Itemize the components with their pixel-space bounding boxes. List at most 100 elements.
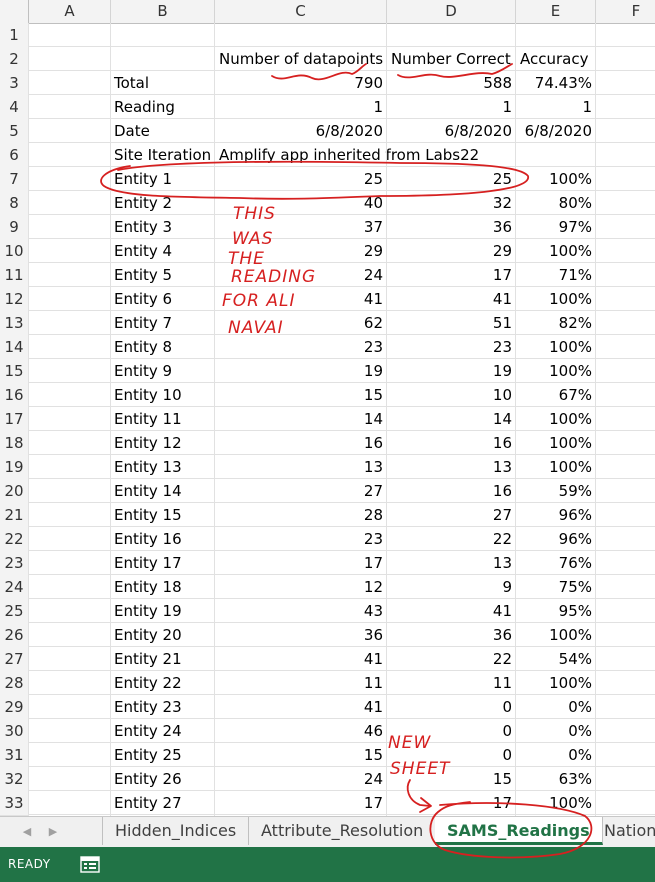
cell-e1[interactable] [516, 23, 592, 47]
cell-c32[interactable]: 24 [215, 767, 383, 791]
row-header[interactable]: 33 [0, 791, 29, 816]
cell-b16[interactable]: Entity 10 [114, 383, 214, 407]
row-header[interactable]: 13 [0, 311, 29, 336]
cell-c10[interactable]: 29 [215, 239, 383, 263]
tab-sams-readings[interactable]: SAMS_Readings [435, 817, 603, 845]
cell-e3[interactable]: 74.43% [516, 71, 592, 95]
cell-d19[interactable]: 13 [387, 455, 512, 479]
column-header-b[interactable]: B [111, 0, 215, 23]
cell-d31[interactable]: 0 [387, 743, 512, 767]
cell-c29[interactable]: 41 [215, 695, 383, 719]
cell-d4[interactable]: 1 [387, 95, 512, 119]
prev-sheet-icon[interactable]: ◀ [18, 823, 36, 841]
row-header[interactable]: 4 [0, 95, 29, 120]
cell-e22[interactable]: 96% [516, 527, 592, 551]
cell-e21[interactable]: 96% [516, 503, 592, 527]
cell-b17[interactable]: Entity 11 [114, 407, 214, 431]
cell-d3[interactable]: 588 [387, 71, 512, 95]
cell-b5[interactable]: Date [114, 119, 214, 143]
cell-e6[interactable] [516, 143, 592, 167]
cell-d9[interactable]: 36 [387, 215, 512, 239]
cell-c16[interactable]: 15 [215, 383, 383, 407]
cell-b20[interactable]: Entity 14 [114, 479, 214, 503]
cell-d27[interactable]: 22 [387, 647, 512, 671]
row-header[interactable]: 7 [0, 167, 29, 192]
cell-c24[interactable]: 12 [215, 575, 383, 599]
cell-c5[interactable]: 6/8/2020 [215, 119, 383, 143]
cell-d26[interactable]: 36 [387, 623, 512, 647]
column-header-d[interactable]: D [387, 0, 516, 23]
row-header[interactable]: 28 [0, 671, 29, 696]
row-header[interactable]: 30 [0, 719, 29, 744]
row-header[interactable]: 17 [0, 407, 29, 432]
cell-e32[interactable]: 63% [516, 767, 592, 791]
row-header[interactable]: 6 [0, 143, 29, 168]
row-header[interactable]: 16 [0, 383, 29, 408]
tab-nation[interactable]: Nation [592, 817, 655, 845]
row-header[interactable]: 18 [0, 431, 29, 456]
row-header[interactable]: 29 [0, 695, 29, 720]
cell-b31[interactable]: Entity 25 [114, 743, 214, 767]
row-header[interactable]: 3 [0, 71, 29, 96]
row-header[interactable]: 24 [0, 575, 29, 600]
cell-b19[interactable]: Entity 13 [114, 455, 214, 479]
cell-d1[interactable] [387, 23, 512, 47]
cell-c28[interactable]: 11 [215, 671, 383, 695]
cell-d21[interactable]: 27 [387, 503, 512, 527]
cell-d14[interactable]: 23 [387, 335, 512, 359]
cell-e14[interactable]: 100% [516, 335, 592, 359]
cell-d18[interactable]: 16 [387, 431, 512, 455]
cell-e27[interactable]: 54% [516, 647, 592, 671]
cell-d20[interactable]: 16 [387, 479, 512, 503]
cell-b22[interactable]: Entity 16 [114, 527, 214, 551]
cell-d23[interactable]: 13 [387, 551, 512, 575]
cell-c13[interactable]: 62 [215, 311, 383, 335]
tab-attribute-resolution[interactable]: Attribute_Resolution [249, 817, 437, 845]
select-all-corner[interactable] [0, 0, 29, 23]
cell-b9[interactable]: Entity 3 [114, 215, 214, 239]
cell-c11[interactable]: 24 [215, 263, 383, 287]
cell-b13[interactable]: Entity 7 [114, 311, 214, 335]
cell-e10[interactable]: 100% [516, 239, 592, 263]
cell-c30[interactable]: 46 [215, 719, 383, 743]
row-header[interactable]: 31 [0, 743, 29, 768]
cell-b26[interactable]: Entity 20 [114, 623, 214, 647]
row-header[interactable]: 22 [0, 527, 29, 552]
row-header[interactable]: 12 [0, 287, 29, 312]
cell-e31[interactable]: 0% [516, 743, 592, 767]
cell-b8[interactable]: Entity 2 [114, 191, 214, 215]
cell-e11[interactable]: 71% [516, 263, 592, 287]
row-header[interactable]: 27 [0, 647, 29, 672]
cell-c20[interactable]: 27 [215, 479, 383, 503]
cell-c27[interactable]: 41 [215, 647, 383, 671]
cell-e13[interactable]: 82% [516, 311, 592, 335]
cell-d2[interactable]: Number Correct [391, 47, 516, 71]
cell-e23[interactable]: 76% [516, 551, 592, 575]
cell-c31[interactable]: 15 [215, 743, 383, 767]
cell-b7[interactable]: Entity 1 [114, 167, 214, 191]
row-header[interactable]: 9 [0, 215, 29, 240]
tab-hidden-indices[interactable]: Hidden_Indices [102, 817, 250, 845]
cell-b25[interactable]: Entity 19 [114, 599, 214, 623]
row-header[interactable]: 26 [0, 623, 29, 648]
cell-b33[interactable]: Entity 27 [114, 791, 214, 815]
cell-e30[interactable]: 0% [516, 719, 592, 743]
cell-c18[interactable]: 16 [215, 431, 383, 455]
cell-c33[interactable]: 17 [215, 791, 383, 815]
cell-d33[interactable]: 17 [387, 791, 512, 815]
cell-b15[interactable]: Entity 9 [114, 359, 214, 383]
cell-e8[interactable]: 80% [516, 191, 592, 215]
row-header[interactable]: 10 [0, 239, 29, 264]
cell-d30[interactable]: 0 [387, 719, 512, 743]
cell-e17[interactable]: 100% [516, 407, 592, 431]
cell-b2[interactable] [118, 47, 218, 71]
cell-b12[interactable]: Entity 6 [114, 287, 214, 311]
cell-e29[interactable]: 0% [516, 695, 592, 719]
row-header[interactable]: 32 [0, 767, 29, 792]
cell-c25[interactable]: 43 [215, 599, 383, 623]
cell-b27[interactable]: Entity 21 [114, 647, 214, 671]
cell-b10[interactable]: Entity 4 [114, 239, 214, 263]
cell-d8[interactable]: 32 [387, 191, 512, 215]
row-header[interactable]: 21 [0, 503, 29, 528]
cell-b4[interactable]: Reading [114, 95, 214, 119]
